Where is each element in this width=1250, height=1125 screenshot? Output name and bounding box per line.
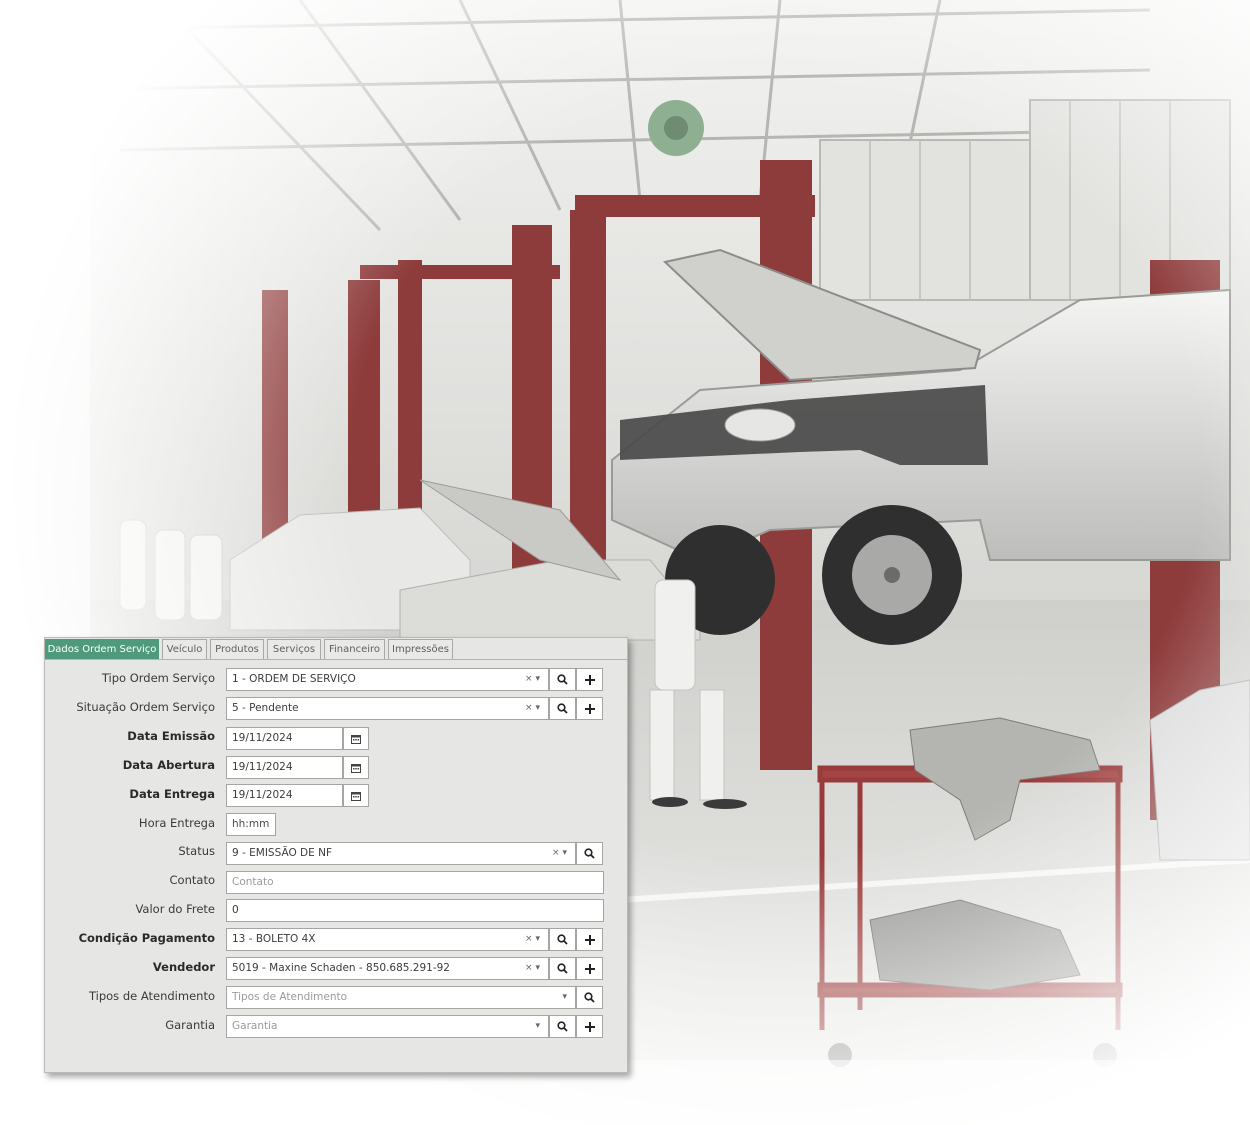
tab-impressoes[interactable]: Impressões xyxy=(388,639,453,659)
tab-bar: Dados Ordem Serviço Veículo Produtos Ser… xyxy=(45,638,627,660)
select-controls: × ▾ xyxy=(525,669,540,690)
plus-icon xyxy=(584,674,595,685)
tab-servicos[interactable]: Serviços xyxy=(267,639,321,659)
tipo-ordem-label: Tipo Ordem Serviço xyxy=(101,671,215,685)
tipos-atendimento-select[interactable]: Tipos de Atendimento ▾ xyxy=(226,986,576,1009)
condicao-pagamento-search-button[interactable] xyxy=(549,928,576,951)
select-controls: × ▾ xyxy=(525,958,540,979)
condicao-pagamento-add-button[interactable] xyxy=(576,928,603,951)
garantia-add-button[interactable] xyxy=(576,1015,603,1038)
data-entrega-label: Data Entrega xyxy=(129,787,215,801)
tipos-atendimento-placeholder: Tipos de Atendimento xyxy=(232,991,348,1003)
service-order-form: Dados Ordem Serviço Veículo Produtos Ser… xyxy=(44,637,628,1073)
search-icon xyxy=(584,848,595,859)
search-icon xyxy=(557,963,568,974)
status-value: 9 - EMISSÃO DE NF xyxy=(232,847,333,859)
data-emissao-label: Data Emissão xyxy=(127,729,215,743)
vendedor-value: 5019 - Maxine Schaden - 850.685.291-92 xyxy=(232,962,450,974)
chevron-down-icon[interactable]: ▾ xyxy=(535,934,540,944)
situacao-ordem-add-button[interactable] xyxy=(576,697,603,720)
search-icon xyxy=(557,674,568,685)
select-controls: × ▾ xyxy=(525,929,540,950)
contato-input[interactable]: Contato xyxy=(226,871,604,894)
calendar-icon xyxy=(351,734,361,744)
clear-icon[interactable]: × xyxy=(525,674,533,684)
clear-icon[interactable]: × xyxy=(525,703,533,713)
data-emissao-calendar-button[interactable] xyxy=(343,727,369,750)
data-abertura-label: Data Abertura xyxy=(122,758,215,772)
situacao-ordem-select[interactable]: 5 - Pendente × ▾ xyxy=(226,697,549,720)
chevron-down-icon[interactable]: ▾ xyxy=(562,987,567,1008)
garantia-placeholder: Garantia xyxy=(232,1020,278,1032)
tab-divider xyxy=(45,659,627,660)
clear-icon[interactable]: × xyxy=(552,848,560,858)
vendedor-label: Vendedor xyxy=(152,960,215,974)
data-emissao-input[interactable]: 19/11/2024 xyxy=(226,727,343,750)
data-entrega-calendar-button[interactable] xyxy=(343,784,369,807)
garantia-select[interactable]: Garantia ▾ xyxy=(226,1015,549,1038)
tipo-ordem-search-button[interactable] xyxy=(549,668,576,691)
search-icon xyxy=(584,992,595,1003)
hora-entrega-label: Hora Entrega xyxy=(138,816,215,830)
search-icon xyxy=(557,1021,568,1032)
plus-icon xyxy=(584,934,595,945)
chevron-down-icon[interactable]: ▾ xyxy=(562,848,567,858)
select-controls: × ▾ xyxy=(552,843,567,864)
search-icon xyxy=(557,934,568,945)
valor-frete-label: Valor do Frete xyxy=(135,902,215,916)
contato-label: Contato xyxy=(169,873,215,887)
situacao-ordem-search-button[interactable] xyxy=(549,697,576,720)
vendedor-search-button[interactable] xyxy=(549,957,576,980)
data-entrega-input[interactable]: 19/11/2024 xyxy=(226,784,343,807)
garantia-search-button[interactable] xyxy=(549,1015,576,1038)
plus-icon xyxy=(584,963,595,974)
status-label: Status xyxy=(178,844,215,858)
tab-dados-ordem-servico[interactable]: Dados Ordem Serviço xyxy=(45,639,159,659)
condicao-pagamento-label: Condição Pagamento xyxy=(78,931,215,945)
garantia-label: Garantia xyxy=(165,1018,215,1032)
tipo-ordem-add-button[interactable] xyxy=(576,668,603,691)
plus-icon xyxy=(584,1021,595,1032)
search-icon xyxy=(557,703,568,714)
chevron-down-icon[interactable]: ▾ xyxy=(535,703,540,713)
vendedor-select[interactable]: 5019 - Maxine Schaden - 850.685.291-92 ×… xyxy=(226,957,549,980)
clear-icon[interactable]: × xyxy=(525,963,533,973)
calendar-icon xyxy=(351,791,361,801)
tab-produtos[interactable]: Produtos xyxy=(210,639,264,659)
status-select[interactable]: 9 - EMISSÃO DE NF × ▾ xyxy=(226,842,576,865)
vendedor-add-button[interactable] xyxy=(576,957,603,980)
situacao-ordem-value: 5 - Pendente xyxy=(232,702,299,714)
tipo-ordem-select[interactable]: 1 - ORDEM DE SERVIÇO × ▾ xyxy=(226,668,549,691)
data-abertura-input[interactable]: 19/11/2024 xyxy=(226,756,343,779)
calendar-icon xyxy=(351,763,361,773)
chevron-down-icon[interactable]: ▾ xyxy=(535,1016,540,1037)
select-controls: × ▾ xyxy=(525,698,540,719)
condicao-pagamento-value: 13 - BOLETO 4X xyxy=(232,933,316,945)
hora-entrega-input[interactable]: hh:mm xyxy=(226,813,276,836)
tipos-atendimento-search-button[interactable] xyxy=(576,986,603,1009)
condicao-pagamento-select[interactable]: 13 - BOLETO 4X × ▾ xyxy=(226,928,549,951)
valor-frete-input[interactable]: 0 xyxy=(226,899,604,922)
tab-veiculo[interactable]: Veículo xyxy=(162,639,207,659)
chevron-down-icon[interactable]: ▾ xyxy=(535,963,540,973)
tab-financeiro[interactable]: Financeiro xyxy=(324,639,385,659)
clear-icon[interactable]: × xyxy=(525,934,533,944)
data-abertura-calendar-button[interactable] xyxy=(343,756,369,779)
situacao-ordem-label: Situação Ordem Serviço xyxy=(76,700,215,714)
tipos-atendimento-label: Tipos de Atendimento xyxy=(88,989,215,1003)
tipo-ordem-value: 1 - ORDEM DE SERVIÇO xyxy=(232,673,356,685)
status-search-button[interactable] xyxy=(576,842,603,865)
chevron-down-icon[interactable]: ▾ xyxy=(535,674,540,684)
plus-icon xyxy=(584,703,595,714)
